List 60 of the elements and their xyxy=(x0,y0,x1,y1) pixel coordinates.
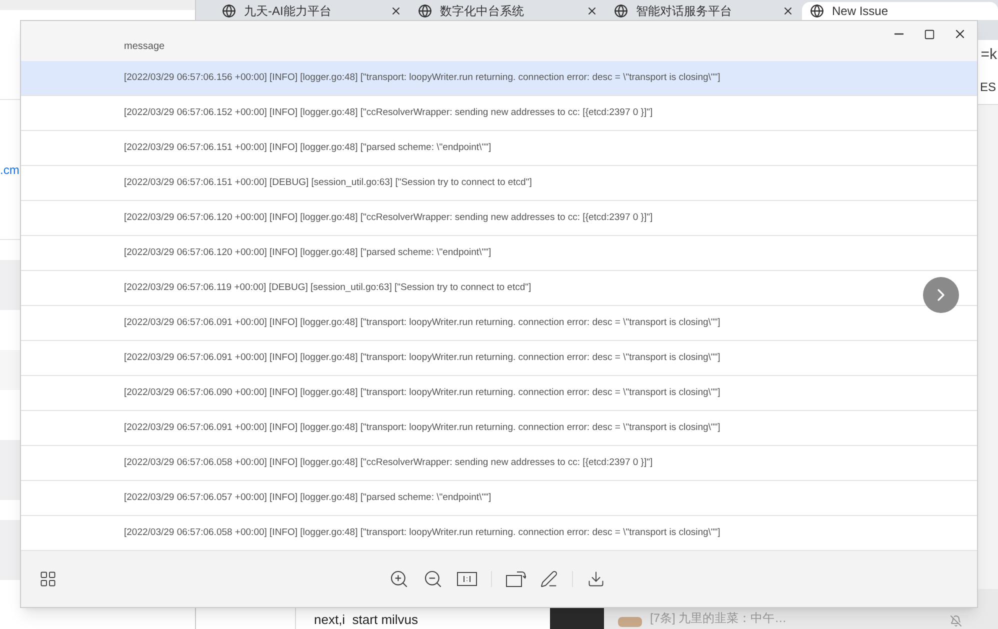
log-row[interactable]: [2022/03/29 06:57:06.156 +00:00] [INFO] [logger.go:48] ["transport: loopyWriter.run returning. connection error: desc = \"transport is closing\""] xyxy=(21,61,977,96)
close-icon[interactable] xyxy=(782,5,794,17)
rotate-icon[interactable] xyxy=(506,570,526,588)
log-row[interactable]: [2022/03/29 06:57:06.120 +00:00] [INFO] [logger.go:48] ["ccResolverWrapper: sending new addresses to cc: [{etcd:2397 0 }]"] xyxy=(21,201,977,236)
log-row[interactable]: [2022/03/29 06:57:06.090 +00:00] [INFO] [logger.go:48] ["transport: loopyWriter.run returning. connection error: desc = \"transport is closing\""] xyxy=(21,376,977,411)
column-header: message xyxy=(124,40,165,54)
browser-tab[interactable]: 九天-AI能力平台 xyxy=(214,2,410,20)
globe-icon xyxy=(810,4,824,18)
actual-size-icon[interactable] xyxy=(457,572,477,586)
link-text[interactable]: .cm xyxy=(0,160,20,178)
globe-icon xyxy=(222,4,236,18)
browser-tab[interactable]: 智能对话服务平台 xyxy=(606,2,802,20)
maximize-icon[interactable] xyxy=(924,28,935,40)
tab-title: 九天-AI能力平台 xyxy=(244,4,332,18)
close-icon[interactable] xyxy=(586,5,598,17)
log-text: [2022/03/29 06:57:06.091 +00:00] [INFO] [logger.go:48] ["transport: loopyWriter.run returning. connection error: desc = \"transport is closing\""] xyxy=(124,316,720,330)
log-row[interactable]: [2022/03/29 06:57:06.058 +00:00] [INFO] [logger.go:48] ["ccResolverWrapper: sending new addresses to cc: [{etcd:2397 0 }]"] xyxy=(21,446,977,481)
log-row[interactable]: [2022/03/29 06:57:06.120 +00:00] [INFO] [logger.go:48] ["parsed scheme: \"endpoint\""] xyxy=(21,236,977,271)
log-text: [2022/03/29 06:57:06.156 +00:00] [INFO] [logger.go:48] ["transport: loopyWriter.run returning. connection error: desc = \"transport is closing\""] xyxy=(124,70,720,85)
grid-icon[interactable] xyxy=(39,570,57,588)
globe-icon xyxy=(418,4,432,18)
editor-line: next,i start milvus xyxy=(314,610,418,628)
log-row[interactable]: [2022/03/29 06:57:06.058 +00:00] [INFO] [logger.go:48] ["transport: loopyWriter.run returning. connection error: desc = \"transport is closing\""] xyxy=(21,516,977,551)
log-row[interactable]: [2022/03/29 06:57:06.057 +00:00] [INFO] [logger.go:48] ["parsed scheme: \"endpoint\""] xyxy=(21,481,977,516)
close-icon[interactable] xyxy=(390,5,402,17)
notification-text: [7条] 九里的韭菜：中午… xyxy=(650,610,787,627)
close-icon[interactable] xyxy=(953,27,967,41)
log-text: [2022/03/29 06:57:06.090 +00:00] [INFO] [logger.go:48] ["transport: loopyWriter.run returning. connection error: desc = \"transport is closing\""] xyxy=(124,386,720,400)
pencil-icon[interactable] xyxy=(540,570,558,588)
avatar-icon xyxy=(618,617,642,627)
log-row[interactable]: [2022/03/29 06:57:06.152 +00:00] [INFO] [logger.go:48] ["ccResolverWrapper: sending new addresses to cc: [{etcd:2397 0 }]"] xyxy=(21,96,977,131)
log-row[interactable]: [2022/03/29 06:57:06.091 +00:00] [INFO] [logger.go:48] ["transport: loopyWriter.run returning. connection error: desc = \"transport is closing\""] xyxy=(21,411,977,446)
log-text: [2022/03/29 06:57:06.091 +00:00] [INFO] [logger.go:48] ["transport: loopyWriter.run returning. connection error: desc = \"transport is closing\""] xyxy=(124,420,720,435)
log-row[interactable]: [2022/03/29 06:57:06.119 +00:00] [DEBUG] [session_util.go:63] ["Session try to connect to etcd"] xyxy=(21,271,977,306)
browser-tab[interactable]: 数字化中台系统 xyxy=(410,2,606,20)
log-text: [2022/03/29 06:57:06.120 +00:00] [INFO] [logger.go:48] ["ccResolverWrapper: sending new addresses to cc: [{etcd:2397 0 }]"] xyxy=(124,210,653,225)
log-text: [2022/03/29 06:57:06.120 +00:00] [INFO] [logger.go:48] ["parsed scheme: \"endpoint\""] xyxy=(124,246,492,260)
log-text: [2022/03/29 06:57:06.091 +00:00] [INFO] [logger.go:48] ["transport: loopyWriter.run returning. connection error: desc = \"transport is closing\""] xyxy=(124,350,720,365)
download-icon[interactable] xyxy=(587,570,605,588)
log-text: [2022/03/29 06:57:06.058 +00:00] [INFO] [logger.go:48] ["ccResolverWrapper: sending new addresses to cc: [{etcd:2397 0 }]"] xyxy=(124,456,653,470)
log-text: [2022/03/29 06:57:06.151 +00:00] [DEBUG] [session_util.go:63] ["Session try to connect to etcd"] xyxy=(124,176,532,190)
log-text: [2022/03/29 06:57:06.057 +00:00] [INFO] [logger.go:48] ["parsed scheme: \"endpoint\""] xyxy=(124,490,492,505)
browser-tab[interactable]: New Issue xyxy=(802,2,998,20)
page-text: ES xyxy=(980,79,996,96)
tab-title: 智能对话服务平台 xyxy=(636,4,732,18)
bell-off-icon xyxy=(950,615,962,627)
tab-title: 数字化中台系统 xyxy=(440,4,524,18)
log-row[interactable]: [2022/03/29 06:57:06.151 +00:00] [DEBUG] [session_util.go:63] ["Session try to connect to etcd"] xyxy=(21,166,977,201)
log-text: [2022/03/29 06:57:06.058 +00:00] [INFO] [logger.go:48] ["transport: loopyWriter.run returning. connection error: desc = \"transport is closing\""] xyxy=(124,526,720,540)
log-text: [2022/03/29 06:57:06.119 +00:00] [DEBUG] [session_util.go:63] ["Session try to connect to etcd"] xyxy=(124,280,532,295)
log-row[interactable]: [2022/03/29 06:57:06.151 +00:00] [INFO] [logger.go:48] ["parsed scheme: \"endpoint\""] xyxy=(21,131,977,166)
log-row[interactable]: [2022/03/29 06:57:06.091 +00:00] [INFO] [logger.go:48] ["transport: loopyWriter.run returning. connection error: desc = \"transport is closing\""] xyxy=(21,341,977,376)
address-text: =k xyxy=(980,44,997,65)
globe-icon xyxy=(614,4,628,18)
zoom-in-icon[interactable] xyxy=(389,569,409,589)
log-text: [2022/03/29 06:57:06.151 +00:00] [INFO] [logger.go:48] ["parsed scheme: \"endpoint\""] xyxy=(124,140,492,155)
log-row[interactable]: [2022/03/29 06:57:06.091 +00:00] [INFO] [logger.go:48] ["transport: loopyWriter.run returning. connection error: desc = \"transport is closing\""] xyxy=(21,306,977,341)
zoom-out-icon[interactable] xyxy=(423,569,443,589)
log-text: [2022/03/29 06:57:06.152 +00:00] [INFO] [logger.go:48] ["ccResolverWrapper: sending new addresses to cc: [{etcd:2397 0 }]"] xyxy=(124,106,653,120)
tab-title: New Issue xyxy=(832,4,888,18)
